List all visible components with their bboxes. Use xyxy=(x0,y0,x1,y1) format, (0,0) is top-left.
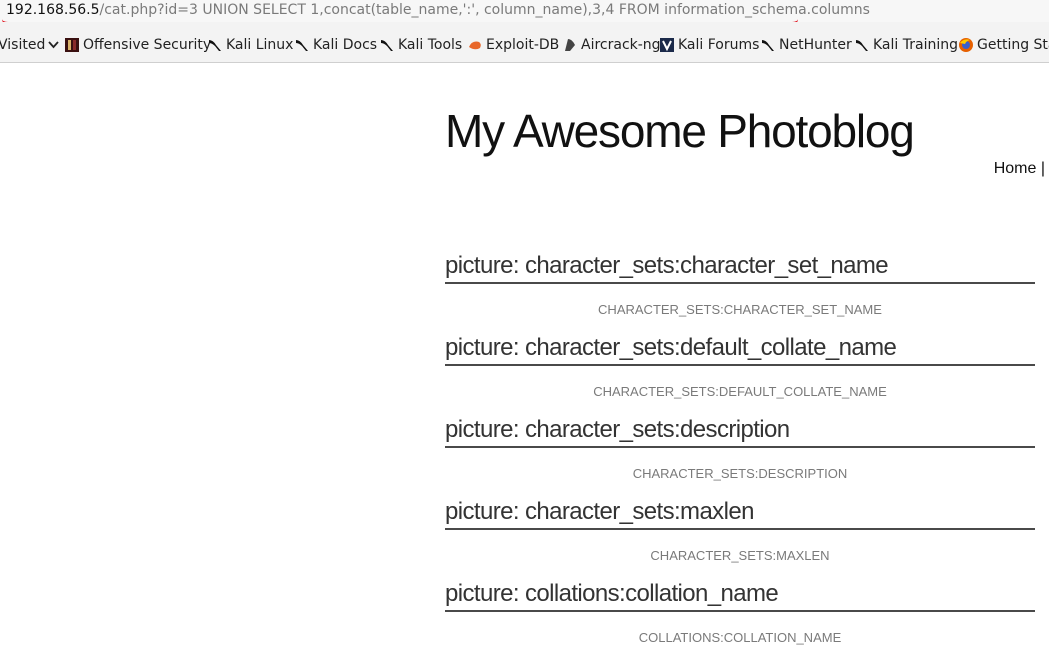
post-caption: CHARACTER_SETS:CHARACTER_SET_NAME xyxy=(598,302,882,317)
bookmark-label: Kali Forums xyxy=(678,37,760,53)
bookmark-getting-started[interactable]: Getting Sta xyxy=(958,37,1049,53)
post-entry: picture: character_sets:default_collate_… xyxy=(445,334,1035,399)
post-title: picture: character_sets:description xyxy=(445,416,1035,448)
bookmark-offensive-security[interactable]: Offensive Security xyxy=(64,37,211,53)
post-title: picture: collations:collation_name xyxy=(445,580,1035,612)
chevron-down-icon xyxy=(48,41,60,49)
bookmark-label: Visited xyxy=(0,37,46,53)
post-entry: picture: collations:collation_name COLLA… xyxy=(445,580,1035,645)
kali-forums-icon xyxy=(660,38,674,52)
url-host: 192.168.56.5 xyxy=(6,2,100,18)
bookmark-kali-forums[interactable]: Kali Forums xyxy=(659,37,759,53)
kali-dragon-icon xyxy=(209,40,221,51)
bookmark-kali-linux[interactable]: Kali Linux xyxy=(207,37,293,53)
bookmark-label: Aircrack-ng xyxy=(581,37,661,53)
kali-dragon-icon xyxy=(762,40,774,51)
kali-dragon-icon xyxy=(381,40,393,51)
bookmark-label: Kali Training xyxy=(873,37,958,53)
bookmark-kali-tools[interactable]: Kali Tools xyxy=(379,37,462,53)
bookmark-label: NetHunter xyxy=(779,37,852,53)
bookmark-label: Kali Docs xyxy=(313,37,378,53)
address-bar[interactable]: 192.168.56.5/cat.php?id=3 UNION SELECT 1… xyxy=(0,0,1049,22)
post-caption: CHARACTER_SETS:DESCRIPTION xyxy=(632,466,848,481)
exploit-db-icon xyxy=(469,41,481,50)
post-caption: CHARACTER_SETS:DEFAULT_COLLATE_NAME xyxy=(593,384,887,399)
site-title: My Awesome Photoblog xyxy=(445,105,915,157)
bookmark-exploit-db[interactable]: Exploit-DB xyxy=(467,37,559,53)
site-nav: Home | xyxy=(994,160,1045,178)
bookmark-aircrack-ng[interactable]: Aircrack-ng xyxy=(562,37,661,53)
post-entry: picture: character_sets:character_set_na… xyxy=(445,252,1035,317)
post-title: picture: character_sets:default_collate_… xyxy=(445,334,1035,366)
bookmark-label: Exploit-DB xyxy=(486,37,560,53)
bookmarks-toolbar: Visited Offensive Security Kali Linux Ka… xyxy=(0,22,1049,63)
bookmark-kali-training[interactable]: Kali Training xyxy=(854,37,958,53)
offsec-icon xyxy=(65,38,79,52)
nav-home-link[interactable]: Home xyxy=(994,160,1037,177)
post-entry: picture: character_sets:maxlen CHARACTER… xyxy=(445,498,1035,563)
post-entry: picture: character_sets:description CHAR… xyxy=(445,416,1035,481)
nav-separator: | xyxy=(1040,160,1045,177)
firefox-icon xyxy=(959,38,973,52)
bookmark-kali-docs[interactable]: Kali Docs xyxy=(294,37,377,53)
post-caption: CHARACTER_SETS:MAXLEN xyxy=(650,548,830,563)
bookmark-nethunter[interactable]: NetHunter xyxy=(760,37,852,53)
post-title: picture: character_sets:maxlen xyxy=(445,498,1035,530)
bookmark-label: Kali Tools xyxy=(398,37,463,53)
post-caption: COLLATIONS:COLLATION_NAME xyxy=(638,630,842,645)
kali-dragon-icon xyxy=(856,40,868,51)
post-title: picture: character_sets:character_set_na… xyxy=(445,252,1035,284)
kali-dragon-icon xyxy=(296,40,308,51)
url-path: /cat.php?id=3 UNION SELECT 1,concat(tabl… xyxy=(99,2,870,18)
aircrack-icon xyxy=(565,39,575,51)
bookmark-label: Offensive Security xyxy=(83,37,212,53)
bookmark-label: Getting Sta xyxy=(977,37,1049,53)
bookmark-most-visited[interactable]: Visited xyxy=(0,37,60,53)
bookmark-label: Kali Linux xyxy=(226,37,294,53)
